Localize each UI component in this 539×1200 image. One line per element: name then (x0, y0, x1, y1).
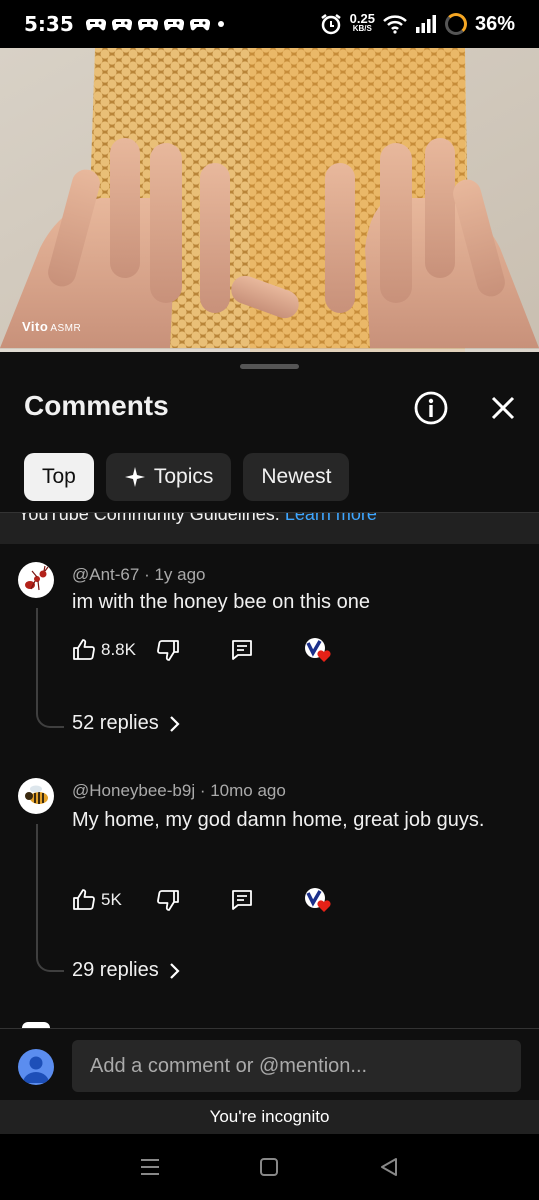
comment-actions: 8.8K (72, 634, 512, 666)
comment-author[interactable]: @Honeybee-b9j (72, 781, 195, 800)
ant-avatar-icon (25, 565, 49, 591)
network-speed: 0.25 KB/S (349, 11, 375, 34)
guidelines-notice: YouTube Community Guidelines. Learn more (0, 512, 539, 544)
comment-meta: @Honeybee-b9j · 10mo ago (72, 781, 286, 800)
video-frame (0, 48, 539, 352)
thumbs-down-icon (157, 890, 179, 911)
back-icon (381, 1158, 398, 1176)
replies-count: 52 replies (72, 712, 159, 734)
chevron-right-icon (169, 715, 180, 732)
notification-icons (85, 16, 224, 32)
comment-author[interactable]: @Ant-67 (72, 565, 139, 584)
learn-more-link[interactable]: Learn more (285, 513, 377, 524)
thumbs-up-icon (73, 639, 95, 660)
comment-icon (232, 890, 252, 910)
signal-icon (415, 15, 436, 33)
game-controller-icon (137, 18, 158, 31)
chip-newest[interactable]: Newest (243, 453, 350, 501)
user-avatar-icon (23, 1056, 49, 1083)
view-replies-button[interactable]: 29 replies (72, 959, 181, 982)
guidelines-text: YouTube Community Guidelines. (18, 512, 280, 524)
comments-sheet: Comments Top Topics Newest YouTube Commu… (0, 352, 539, 1200)
system-nav-bar (0, 1134, 539, 1200)
video-watermark: Vito ASMR (22, 319, 81, 334)
info-icon (414, 391, 448, 425)
comment-text: My home, my god damn home, great job guy… (72, 809, 485, 831)
comments-title: Comments (24, 390, 169, 421)
recents-button[interactable] (135, 1152, 165, 1182)
network-speed-value: 0.25 (349, 11, 375, 26)
info-button[interactable] (411, 388, 451, 428)
reply-button[interactable] (230, 634, 254, 666)
home-icon (260, 1158, 279, 1176)
comment-composer: Add a comment or @mention... (0, 1028, 539, 1100)
thread-line (36, 608, 64, 728)
like-button[interactable]: 5K (72, 884, 122, 916)
like-count: 5K (101, 890, 122, 909)
battery-percent: 36% (474, 12, 515, 35)
view-replies-button[interactable]: 52 replies (72, 712, 181, 735)
wifi-icon (383, 15, 407, 34)
incognito-banner: You're incognito (0, 1100, 539, 1134)
more-notifications-dot (217, 21, 224, 27)
dislike-button[interactable] (156, 634, 180, 666)
chip-topics[interactable]: Topics (105, 453, 232, 501)
comment-text: im with the honey bee on this one (72, 591, 370, 613)
status-bar: 5:35 0.25 KB/S 36% (0, 0, 539, 48)
user-avatar[interactable] (18, 1049, 54, 1085)
thumbs-down-icon (157, 640, 179, 661)
game-controller-icon (189, 18, 210, 31)
creator-heart-icon (305, 888, 331, 912)
drag-handle[interactable] (240, 364, 299, 369)
game-controller-icon (85, 18, 106, 31)
video-player[interactable]: Vito ASMR (0, 48, 539, 352)
close-icon (491, 396, 515, 420)
reply-button[interactable] (230, 884, 254, 916)
like-count: 8.8K (101, 640, 136, 659)
comment-actions: 5K (72, 884, 512, 916)
game-controller-icon (111, 18, 132, 31)
thumbs-up-icon (73, 889, 95, 910)
chip-top-label: Top (42, 465, 76, 488)
chip-top[interactable]: Top (24, 453, 94, 501)
avatar[interactable] (18, 778, 54, 814)
comment-icon (232, 640, 252, 660)
comment-age: 1y ago (154, 565, 206, 584)
comment-input[interactable]: Add a comment or @mention... (72, 1040, 521, 1092)
back-button[interactable] (374, 1152, 404, 1182)
sort-chips: Top Topics Newest (24, 453, 350, 501)
recents-icon (140, 1159, 159, 1175)
sparkle-icon (124, 467, 145, 487)
chevron-right-icon (169, 962, 180, 979)
alarm-icon (320, 14, 341, 35)
avatar[interactable] (18, 562, 54, 598)
chip-topics-label: Topics (153, 465, 214, 488)
replies-count: 29 replies (72, 959, 159, 981)
clock: 5:35 (24, 12, 74, 36)
chip-newest-label: Newest (261, 465, 332, 488)
battery-icon (444, 13, 467, 35)
thread-line (36, 824, 64, 972)
comment-age: 10mo ago (210, 781, 286, 800)
creator-heart-icon (305, 638, 331, 662)
network-speed-unit: KB/S (352, 24, 372, 33)
close-button[interactable] (483, 388, 523, 428)
bee-avatar-icon (25, 785, 48, 804)
watermark-sub: ASMR (50, 323, 82, 334)
like-button[interactable]: 8.8K (72, 634, 136, 666)
watermark-brand: Vito (22, 319, 49, 334)
home-button[interactable] (254, 1152, 284, 1182)
game-controller-icon (163, 18, 184, 31)
comment-meta: @Ant-67 · 1y ago (72, 565, 206, 584)
dislike-button[interactable] (156, 884, 180, 916)
